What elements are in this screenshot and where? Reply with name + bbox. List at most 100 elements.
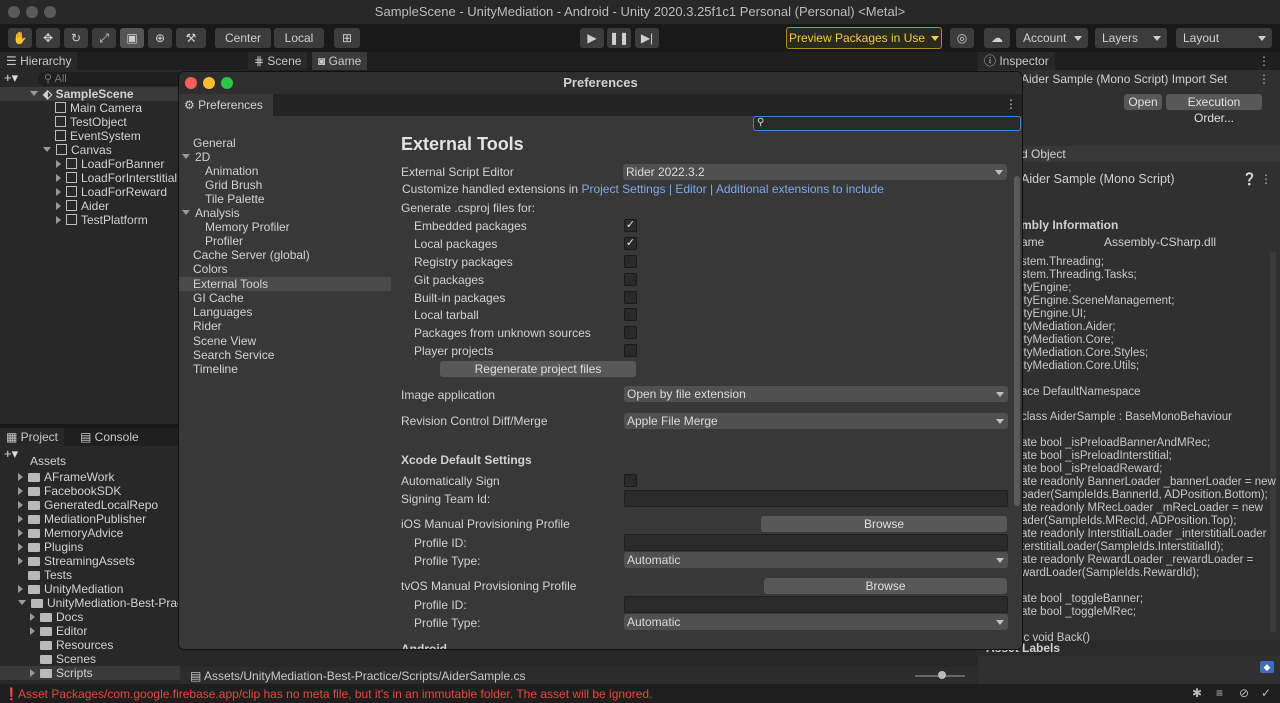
tree-item-loadforbanner[interactable]: LoadForBanner: [56, 157, 164, 171]
collab-icon[interactable]: ◎: [950, 28, 974, 48]
scene-tab[interactable]: ⋕ Scene: [248, 52, 308, 70]
status-message[interactable]: Asset Packages/com.google.firebase.app/c…: [18, 687, 652, 701]
ios-profile-id-input[interactable]: [624, 534, 1008, 551]
tree-item-loadforinterstitial[interactable]: LoadForInterstitial: [56, 171, 177, 185]
import-settings-menu-icon[interactable]: ⋮: [1258, 72, 1270, 86]
tree-item-unitymediation-best-practice[interactable]: UnityMediation-Best-Prac: [18, 596, 183, 610]
sidebar-item-analysis[interactable]: Analysis: [179, 206, 391, 220]
tree-item-scripts[interactable]: Scripts: [30, 666, 93, 680]
step-button[interactable]: ▶|: [635, 28, 659, 48]
layers-dropdown[interactable]: Layers: [1095, 28, 1167, 48]
preferences-menu-icon[interactable]: ⋮: [1005, 97, 1017, 111]
additional-extensions-link[interactable]: Additional extensions to include: [716, 182, 884, 196]
tree-item-unitymediation[interactable]: UnityMediation: [18, 582, 123, 596]
automatically-sign-checkbox[interactable]: [624, 474, 637, 487]
sidebar-item-2d[interactable]: 2D: [179, 150, 391, 164]
sidebar-item-rider[interactable]: Rider: [179, 319, 391, 333]
transform-tool-icon[interactable]: ⊕: [148, 28, 172, 48]
csproj-registry-checkbox[interactable]: [624, 255, 637, 268]
debug-icon[interactable]: ✱: [1192, 686, 1202, 700]
custom-tool-icon[interactable]: ⚒: [176, 28, 206, 48]
script-menu-icon[interactable]: ⋮: [1260, 172, 1272, 186]
csproj-builtin-checkbox[interactable]: [624, 291, 637, 304]
sidebar-item-external-tools[interactable]: External Tools: [179, 277, 391, 291]
sidebar-item-colors[interactable]: Colors: [179, 262, 391, 276]
tree-item-facebooksdk[interactable]: FacebookSDK: [18, 484, 121, 498]
inspector-tab[interactable]: ⓘ Inspector: [978, 52, 1055, 70]
hierarchy-tab[interactable]: ☰ Hierarchy: [0, 52, 78, 70]
sidebar-item-grid-brush[interactable]: Grid Brush: [179, 178, 391, 192]
csproj-unknown-checkbox[interactable]: [624, 326, 637, 339]
close-window-button[interactable]: [8, 6, 20, 18]
csproj-embedded-checkbox[interactable]: ✓: [624, 219, 637, 232]
content-scrollbar-thumb[interactable]: [1014, 176, 1020, 506]
ios-browse-button[interactable]: Browse: [761, 516, 1007, 532]
tree-item-memoryadvice[interactable]: MemoryAdvice: [18, 526, 123, 540]
csproj-git-checkbox[interactable]: [624, 273, 637, 286]
sidebar-item-profiler[interactable]: Profiler: [179, 234, 391, 248]
tree-item-editor[interactable]: Editor: [30, 624, 87, 638]
tree-item-loadforreward[interactable]: LoadForReward: [56, 185, 167, 199]
progress-check-icon[interactable]: ✓: [1261, 686, 1271, 700]
signing-team-input[interactable]: [624, 490, 1008, 507]
play-button[interactable]: ▶: [580, 28, 604, 48]
scale-tool-icon[interactable]: ⤢: [92, 28, 116, 48]
csproj-tarball-checkbox[interactable]: [624, 308, 637, 321]
minimize-window-button[interactable]: [26, 6, 38, 18]
maximize-window-button[interactable]: [44, 6, 56, 18]
revision-control-dropdown[interactable]: Apple File Merge: [624, 413, 1008, 429]
tree-item-testplatform[interactable]: TestPlatform: [56, 213, 148, 227]
sidebar-item-memory-profiler[interactable]: Memory Profiler: [179, 220, 391, 234]
execution-order-button[interactable]: Execution Order...: [1166, 94, 1262, 125]
preview-packages-button[interactable]: Preview Packages in Use: [786, 27, 942, 49]
csproj-local-checkbox[interactable]: ✓: [624, 237, 637, 250]
pivot-center-button[interactable]: Center: [215, 28, 271, 48]
asset-label-tag-icon[interactable]: ◆: [1260, 661, 1274, 673]
tree-item-main-camera[interactable]: Main Camera: [55, 101, 142, 115]
sidebar-item-cache-server[interactable]: Cache Server (global): [179, 248, 391, 262]
preferences-tab[interactable]: ⚙ Preferences: [179, 94, 273, 116]
sidebar-item-tile-palette[interactable]: Tile Palette: [179, 192, 391, 206]
sidebar-item-animation[interactable]: Animation: [179, 164, 391, 178]
external-script-editor-dropdown[interactable]: Rider 2022.3.2: [623, 164, 1007, 180]
prefs-zoom-button[interactable]: [221, 77, 233, 89]
tree-item-docs[interactable]: Docs: [30, 610, 83, 624]
tree-item-eventsystem[interactable]: EventSystem: [55, 129, 141, 143]
sidebar-item-search-service[interactable]: Search Service: [179, 348, 391, 362]
tree-item-streamingassets[interactable]: StreamingAssets: [18, 554, 135, 568]
preferences-search-input[interactable]: ⚲: [753, 116, 1021, 131]
image-application-dropdown[interactable]: Open by file extension: [624, 386, 1008, 402]
project-settings-link[interactable]: Project Settings: [581, 182, 665, 196]
move-tool-icon[interactable]: ✥: [36, 28, 60, 48]
create-asset-icon[interactable]: +▾: [4, 446, 18, 462]
sidebar-item-languages[interactable]: Languages: [179, 305, 391, 319]
tree-item-scenes[interactable]: Scenes: [40, 652, 96, 666]
regenerate-project-files-button[interactable]: Regenerate project files: [440, 361, 636, 377]
tree-item-plugins[interactable]: Plugins: [18, 540, 83, 554]
tree-item-mediationpublisher[interactable]: MediationPublisher: [18, 512, 146, 526]
help-icon[interactable]: ❔: [1242, 172, 1257, 186]
tree-item-generatedlocalrepo[interactable]: GeneratedLocalRepo: [18, 498, 158, 512]
inspector-menu-icon[interactable]: ⋮: [1258, 54, 1270, 68]
tree-item-canvas[interactable]: Canvas: [43, 143, 112, 157]
icon-size-slider-thumb[interactable]: [938, 671, 946, 679]
prefs-minimize-button[interactable]: [203, 77, 215, 89]
pivot-local-button[interactable]: Local: [274, 28, 324, 48]
tree-item-assets[interactable]: Assets: [30, 457, 66, 467]
ios-profile-type-dropdown[interactable]: Automatic: [624, 552, 1008, 568]
prefs-close-button[interactable]: [185, 77, 197, 89]
cache-icon[interactable]: ≡: [1216, 686, 1223, 700]
csproj-player-checkbox[interactable]: [624, 344, 637, 357]
auto-generate-lighting-icon[interactable]: ⊘: [1239, 686, 1249, 700]
grid-snap-icon[interactable]: ⊞: [334, 28, 360, 48]
sidebar-item-general[interactable]: General: [179, 136, 391, 150]
tree-item-aframework[interactable]: AFrameWork: [18, 470, 114, 484]
add-gameobject-icon[interactable]: +▾: [4, 70, 18, 86]
editor-link[interactable]: Editor: [675, 182, 706, 196]
account-dropdown[interactable]: Account: [1016, 28, 1088, 48]
tvos-profile-id-input[interactable]: [624, 596, 1008, 613]
rotate-tool-icon[interactable]: ↻: [64, 28, 88, 48]
cloud-icon[interactable]: ☁: [984, 28, 1010, 48]
tree-item-samplescene[interactable]: ⬖ SampleScene: [30, 87, 134, 101]
sidebar-item-timeline[interactable]: Timeline: [179, 362, 391, 376]
